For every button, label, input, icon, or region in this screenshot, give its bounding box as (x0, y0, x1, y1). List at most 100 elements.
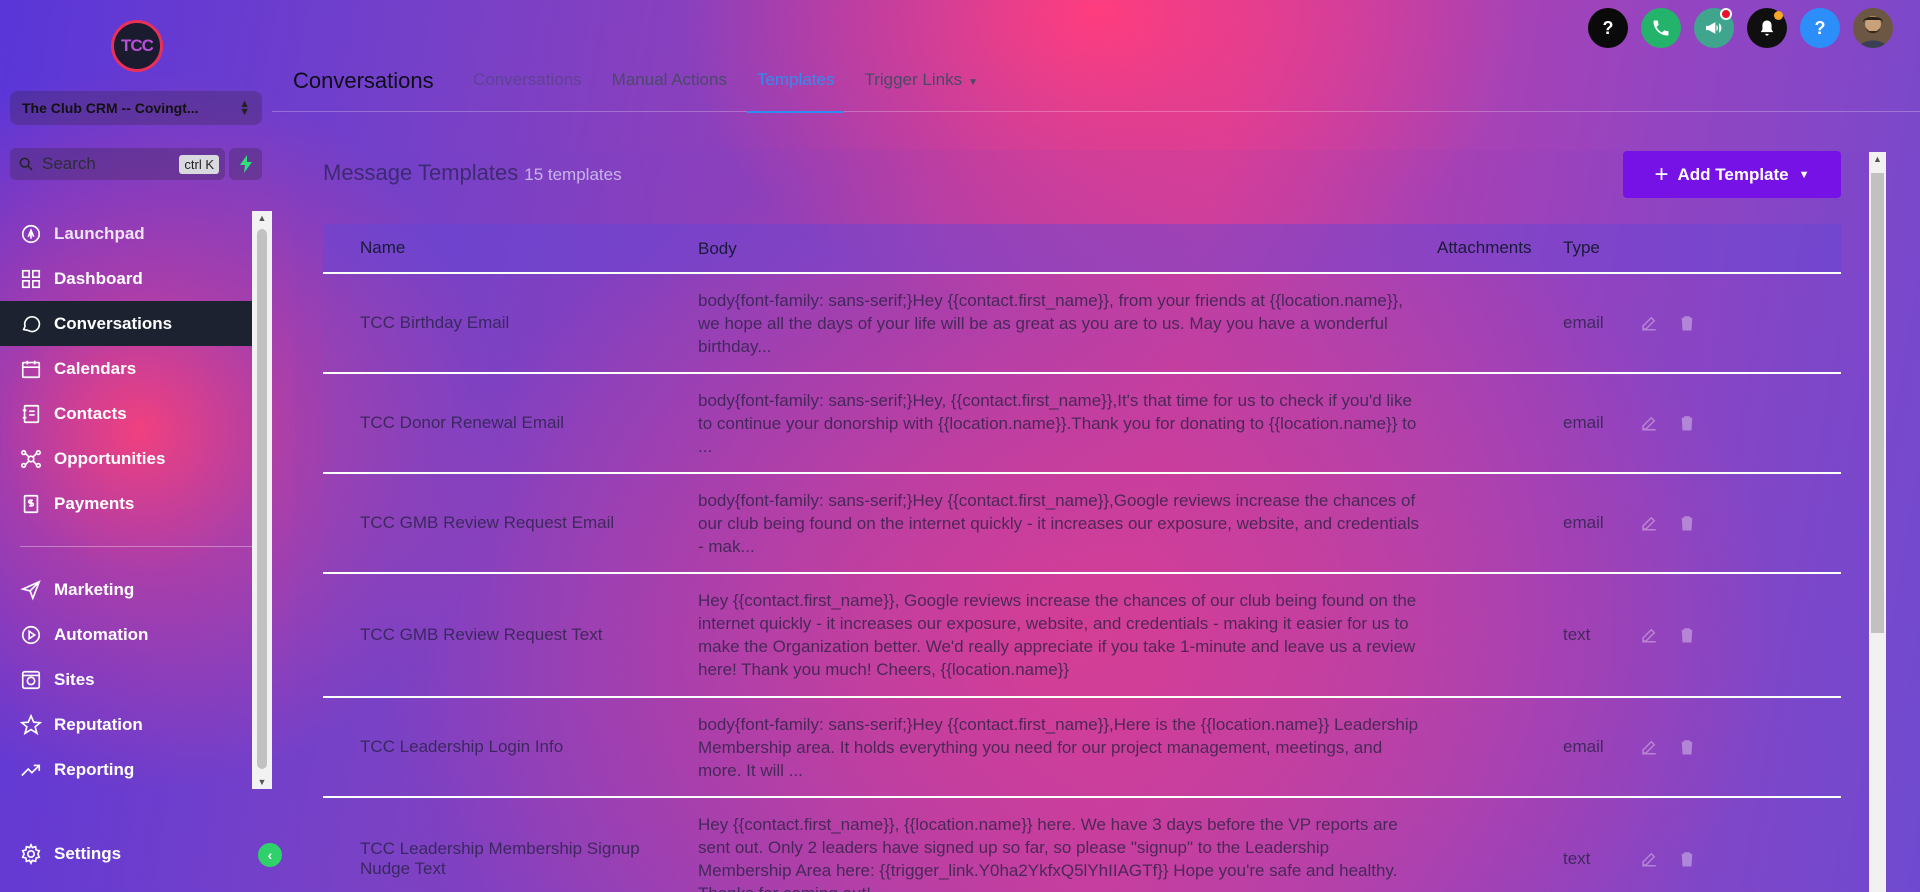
main-scrollbar[interactable]: ▲ (1869, 152, 1886, 892)
add-template-label: Add Template (1677, 164, 1789, 184)
help-icon[interactable]: ? (1800, 8, 1840, 48)
templates-table: Name Body Attachments Type TCC Birthday … (323, 224, 1841, 892)
scrollbar-thumb[interactable] (257, 229, 267, 769)
trash-icon[interactable] (1677, 625, 1697, 645)
nav-settings: Settings (0, 831, 252, 876)
calendar-icon (20, 358, 42, 380)
sidebar-item-calendars[interactable]: Calendars (0, 346, 252, 391)
row-actions (1639, 313, 1715, 333)
sidebar-item-label: Calendars (54, 358, 137, 378)
edit-icon[interactable] (1639, 313, 1659, 333)
edit-icon[interactable] (1639, 413, 1659, 433)
sidebar-item-conversations[interactable]: Conversations (0, 301, 252, 346)
table-row[interactable]: TCC Donor Renewal Email body{font-family… (323, 374, 1841, 474)
help-icon[interactable]: ? (1588, 8, 1628, 48)
sidebar-item-label: Contacts (54, 403, 127, 423)
table-row[interactable]: TCC GMB Review Request Text Hey {{contac… (323, 574, 1841, 698)
template-body: body{font-family: sans-serif;}Hey {{cont… (698, 490, 1420, 556)
chevron-down-icon: ▼ (968, 77, 978, 88)
play-circle-icon (20, 624, 42, 646)
rocket-icon (20, 223, 42, 245)
edit-icon[interactable] (1639, 849, 1659, 869)
trash-icon[interactable] (1677, 313, 1697, 333)
table-row[interactable]: TCC GMB Review Request Email body{font-f… (323, 474, 1841, 574)
page-title: Conversations (293, 68, 434, 93)
receipt-icon (20, 493, 42, 515)
column-header-body: Body (698, 238, 737, 258)
sidebar-item-marketing[interactable]: Marketing (0, 567, 252, 612)
sidebar-item-automation[interactable]: Automation (0, 612, 252, 657)
edit-icon[interactable] (1639, 737, 1659, 757)
scroll-up-icon[interactable]: ▲ (252, 211, 272, 225)
collapse-sidebar-button[interactable]: ‹ (258, 843, 282, 867)
template-body: body{font-family: sans-serif;}Hey, {{con… (698, 390, 1417, 456)
search-input[interactable]: Search ctrl K (10, 148, 225, 180)
sidebar-item-reputation[interactable]: Reputation (0, 702, 252, 747)
row-actions (1639, 849, 1715, 869)
row-actions (1639, 513, 1715, 533)
phone-icon[interactable] (1641, 8, 1681, 48)
bell-icon[interactable] (1747, 8, 1787, 48)
megaphone-icon[interactable] (1694, 8, 1734, 48)
sidebar-item-dashboard[interactable]: Dashboard (0, 256, 252, 301)
template-name[interactable]: TCC Leadership Membership Signup Nudge T… (323, 839, 698, 879)
avatar[interactable] (1853, 8, 1893, 48)
trash-icon[interactable] (1677, 413, 1697, 433)
search-icon (19, 157, 33, 171)
template-name[interactable]: TCC GMB Review Request Text (323, 625, 698, 645)
tab-conversations[interactable]: Conversations (473, 70, 582, 114)
edit-icon[interactable] (1639, 625, 1659, 645)
sidebar-scrollbar[interactable]: ▲ ▼ (252, 211, 272, 789)
plus-icon: + (1654, 160, 1669, 188)
template-name[interactable]: TCC Donor Renewal Email (323, 413, 698, 433)
paper-plane-icon (20, 579, 42, 601)
sidebar-item-sites[interactable]: Sites (0, 657, 252, 702)
sidebar-item-contacts[interactable]: Contacts (0, 391, 252, 436)
lightning-icon (239, 155, 252, 173)
template-name[interactable]: TCC GMB Review Request Email (323, 513, 698, 533)
gear-icon (20, 842, 42, 865)
template-type: email (1563, 513, 1604, 532)
account-switcher[interactable]: The Club CRM -- Covingt... ▲ ▼ (10, 91, 262, 125)
sidebar-item-launchpad[interactable]: Launchpad (0, 211, 252, 256)
table-row[interactable]: TCC Leadership Login Info body{font-fami… (323, 698, 1841, 798)
tab-bar: Conversations Manual Actions Templates T… (473, 70, 1008, 114)
chat-bubble-icon (20, 313, 42, 335)
trash-icon[interactable] (1677, 513, 1697, 533)
template-name[interactable]: TCC Leadership Login Info (323, 737, 698, 757)
sidebar-item-settings[interactable]: Settings (0, 831, 252, 876)
template-type: email (1563, 737, 1604, 756)
trash-icon[interactable] (1677, 737, 1697, 757)
table-row[interactable]: TCC Leadership Membership Signup Nudge T… (323, 798, 1841, 892)
tab-templates[interactable]: Templates (746, 70, 846, 114)
sidebar-item-reporting[interactable]: Reporting (0, 747, 252, 792)
tab-trigger-links[interactable]: Trigger Links ▼ (864, 70, 978, 114)
sidebar-item-label: Opportunities (54, 448, 166, 468)
trash-icon[interactable] (1677, 849, 1697, 869)
sidebar-item-label: Settings (54, 843, 122, 863)
search-shortcut-badge: ctrl K (179, 154, 219, 174)
tab-manual-actions[interactable]: Manual Actions (612, 70, 727, 114)
grid-icon (20, 268, 42, 290)
notification-dot (1774, 11, 1783, 20)
row-actions (1639, 625, 1715, 645)
template-type: email (1563, 413, 1604, 432)
quick-actions-button[interactable] (229, 148, 262, 180)
template-name[interactable]: TCC Birthday Email (323, 313, 698, 333)
sidebar-item-label: Marketing (54, 579, 135, 599)
scroll-up-icon[interactable]: ▲ (1869, 152, 1886, 166)
company-logo[interactable]: TCC (111, 20, 163, 72)
templates-heading: Message Templates 15 templates (323, 160, 622, 186)
sidebar-item-opportunities[interactable]: Opportunities (0, 436, 252, 481)
table-row[interactable]: TCC Birthday Email body{font-family: san… (323, 274, 1841, 374)
account-name: The Club CRM -- Covingt... (22, 100, 199, 116)
scrollbar-thumb[interactable] (1871, 173, 1884, 633)
nav-divider (20, 546, 252, 547)
edit-icon[interactable] (1639, 513, 1659, 533)
add-template-button[interactable]: + Add Template ▼ (1623, 151, 1841, 198)
scroll-down-icon[interactable]: ▼ (252, 775, 272, 789)
sidebar-item-payments[interactable]: Payments (0, 481, 252, 526)
network-icon (20, 448, 42, 470)
column-header-name[interactable]: Name (323, 238, 698, 258)
nav-primary: Launchpad Dashboard Conversations Calend… (0, 211, 252, 526)
